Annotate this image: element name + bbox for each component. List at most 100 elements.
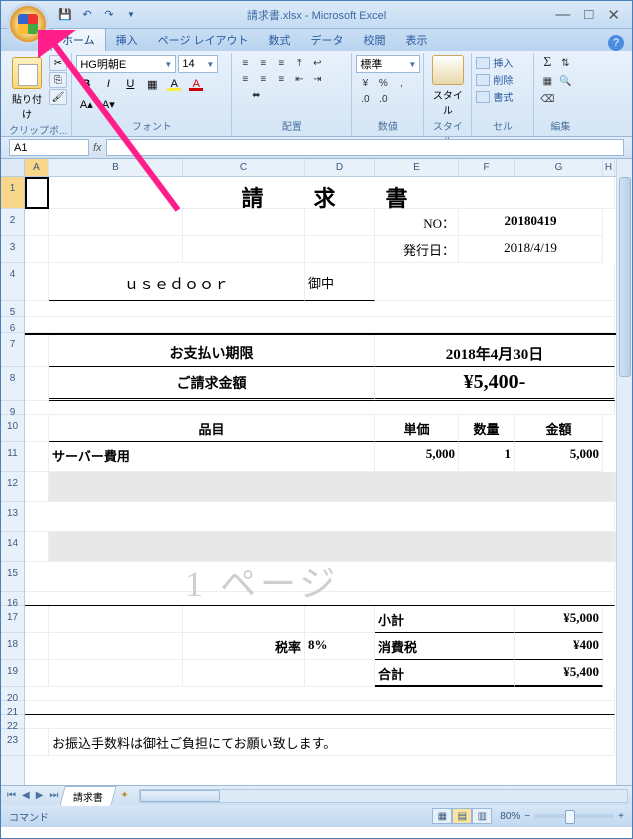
vertical-scrollbar[interactable]: [616, 159, 632, 785]
row-header[interactable]: 19: [1, 660, 24, 687]
undo-icon[interactable]: ↶: [79, 7, 95, 23]
office-button[interactable]: [7, 3, 49, 45]
font-name-combo[interactable]: HG明朝E▼: [76, 55, 176, 73]
clear-icon[interactable]: ⌫: [538, 91, 556, 107]
row-header[interactable]: 15: [1, 562, 24, 592]
col-header[interactable]: H: [603, 159, 615, 176]
row-header[interactable]: 12: [1, 472, 24, 502]
font-color-button[interactable]: A: [186, 75, 206, 93]
row-header[interactable]: 23: [1, 729, 24, 756]
underline-button[interactable]: U: [120, 75, 140, 93]
maximize-button[interactable]: □: [584, 6, 593, 24]
tab-data[interactable]: データ: [301, 29, 354, 51]
row-header[interactable]: 18: [1, 633, 24, 660]
grow-font-icon[interactable]: A▴: [76, 95, 96, 113]
tab-view[interactable]: 表示: [396, 29, 438, 51]
tab-nav-first-icon[interactable]: ⏮: [5, 790, 18, 801]
orientation-icon[interactable]: ⤒: [290, 55, 308, 71]
cut-icon[interactable]: ✂: [49, 55, 67, 71]
format-painter-icon[interactable]: 🖌: [49, 89, 67, 105]
close-button[interactable]: ✕: [607, 6, 620, 24]
redo-icon[interactable]: ↷: [101, 7, 117, 23]
row-header[interactable]: 6: [1, 317, 24, 333]
row-header[interactable]: 7: [1, 333, 24, 367]
copy-icon[interactable]: ⎘: [49, 72, 67, 88]
zoom-out-button[interactable]: −: [524, 811, 530, 822]
row-header[interactable]: 8: [1, 367, 24, 401]
row-header[interactable]: 16: [1, 592, 24, 606]
fill-icon[interactable]: ▦: [538, 73, 556, 89]
tab-nav-prev-icon[interactable]: ◀: [20, 790, 32, 801]
row-header[interactable]: 17: [1, 606, 24, 633]
col-header[interactable]: F: [459, 159, 515, 176]
col-header[interactable]: C: [183, 159, 305, 176]
number-format-combo[interactable]: 標準▼: [356, 55, 420, 73]
align-center-icon[interactable]: ≡: [254, 71, 272, 87]
row-header[interactable]: 2: [1, 209, 24, 236]
tab-insert[interactable]: 挿入: [106, 29, 148, 51]
save-icon[interactable]: 💾: [57, 7, 73, 23]
tab-review[interactable]: 校閲: [354, 29, 396, 51]
col-header[interactable]: E: [375, 159, 459, 176]
view-page-break-icon[interactable]: ▥: [472, 808, 492, 824]
row-header[interactable]: 9: [1, 401, 24, 415]
zoom-level[interactable]: 80%: [500, 811, 520, 822]
scrollbar-thumb[interactable]: [619, 177, 631, 377]
row-header[interactable]: 10: [1, 415, 24, 442]
select-all-corner[interactable]: [1, 159, 24, 177]
row-header[interactable]: 14: [1, 532, 24, 562]
row-header[interactable]: 13: [1, 502, 24, 532]
col-header[interactable]: B: [49, 159, 183, 176]
italic-button[interactable]: I: [98, 75, 118, 93]
font-size-combo[interactable]: 14▼: [178, 55, 218, 73]
bold-button[interactable]: B: [76, 75, 96, 93]
align-middle-icon[interactable]: ≡: [254, 55, 272, 71]
sheet-tab[interactable]: 請求書: [60, 786, 117, 806]
tab-nav-last-icon[interactable]: ⏭: [47, 790, 60, 801]
col-header[interactable]: D: [305, 159, 375, 176]
align-top-icon[interactable]: ≡: [236, 55, 254, 71]
insert-cells-button[interactable]: 挿入: [476, 55, 529, 70]
minimize-button[interactable]: —: [555, 6, 570, 24]
grid[interactable]: A B C D E F G H 請 求 書 NO： 20180419: [25, 159, 632, 785]
row-header[interactable]: 3: [1, 236, 24, 263]
format-cells-button[interactable]: 書式: [476, 89, 529, 104]
fx-icon[interactable]: fx: [93, 142, 102, 154]
row-header[interactable]: 1: [1, 177, 24, 209]
row-header[interactable]: 4: [1, 263, 24, 301]
row-header[interactable]: 11: [1, 442, 24, 472]
indent-inc-icon[interactable]: ⇥: [308, 71, 326, 87]
comma-icon[interactable]: ,: [392, 75, 410, 91]
align-right-icon[interactable]: ≡: [272, 71, 290, 87]
merge-cells-icon[interactable]: ⬌: [236, 87, 276, 103]
fill-color-button[interactable]: A: [164, 75, 184, 93]
view-normal-icon[interactable]: ▦: [432, 808, 452, 824]
sort-icon[interactable]: ⇅: [556, 55, 574, 71]
percent-icon[interactable]: %: [374, 75, 392, 91]
tab-home[interactable]: ホーム: [51, 28, 106, 51]
currency-icon[interactable]: ¥: [356, 75, 374, 91]
find-icon[interactable]: 🔍: [556, 73, 574, 89]
view-page-layout-icon[interactable]: ▤: [452, 808, 472, 824]
col-header[interactable]: A: [25, 159, 49, 176]
cell-styles-icon[interactable]: [432, 55, 464, 85]
qat-dropdown-icon[interactable]: ▼: [123, 7, 139, 23]
col-header[interactable]: G: [515, 159, 603, 176]
indent-dec-icon[interactable]: ⇤: [290, 71, 308, 87]
zoom-in-button[interactable]: +: [618, 811, 624, 822]
tab-nav-next-icon[interactable]: ▶: [34, 790, 46, 801]
formula-bar[interactable]: [106, 139, 624, 156]
new-sheet-icon[interactable]: ✦: [120, 790, 128, 801]
delete-cells-button[interactable]: 削除: [476, 72, 529, 87]
row-header[interactable]: 5: [1, 301, 24, 317]
wrap-text-icon[interactable]: ↩: [308, 55, 326, 71]
horizontal-scrollbar[interactable]: [139, 789, 628, 803]
zoom-slider[interactable]: [534, 814, 614, 818]
help-icon[interactable]: ?: [608, 35, 624, 51]
tab-formulas[interactable]: 数式: [259, 29, 301, 51]
name-box[interactable]: [9, 139, 89, 156]
decrease-decimal-icon[interactable]: .0: [374, 91, 392, 107]
paste-button[interactable]: 貼り付け: [9, 55, 45, 121]
tab-page-layout[interactable]: ページ レイアウト: [148, 29, 259, 51]
row-header[interactable]: 20: [1, 687, 24, 701]
